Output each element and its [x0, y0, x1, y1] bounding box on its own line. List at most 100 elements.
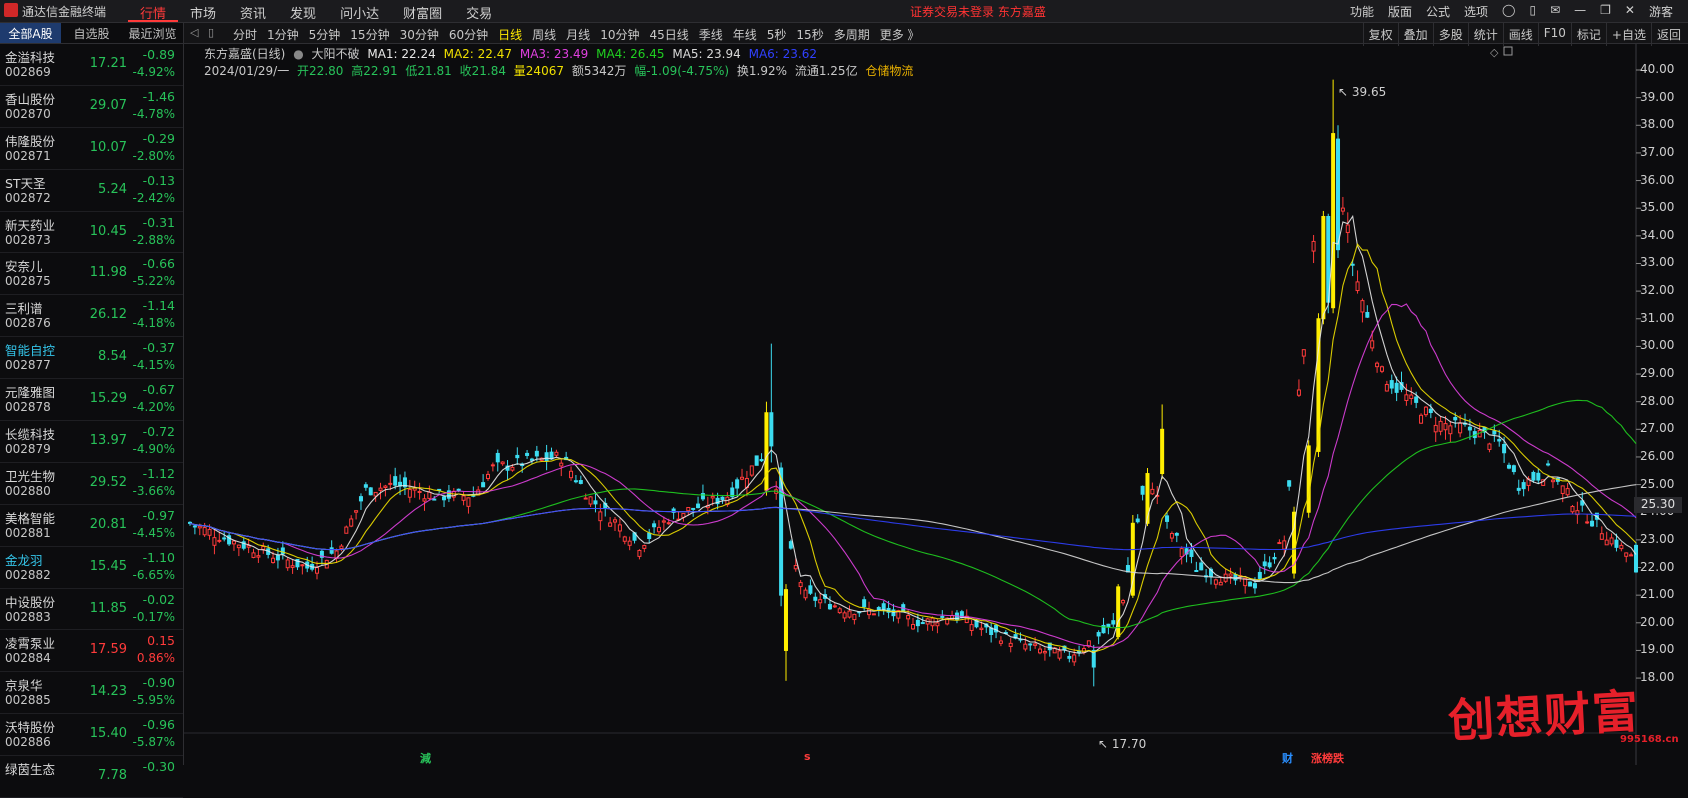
candle-body[interactable]	[1140, 485, 1145, 495]
candle-body[interactable]	[1599, 533, 1604, 540]
candle-body[interactable]	[1233, 574, 1238, 581]
candle-body[interactable]	[666, 522, 671, 525]
candle-body[interactable]	[217, 539, 222, 542]
candle-body[interactable]	[656, 526, 661, 533]
candle-body[interactable]	[368, 487, 373, 496]
candle-body[interactable]	[1228, 573, 1233, 577]
candle-body[interactable]	[617, 524, 622, 532]
window-icon[interactable]	[1503, 46, 1513, 56]
stock-row[interactable]: 金龙羽 002882 15.45 -1.10 -6.65%	[0, 547, 183, 589]
stock-row[interactable]: 伟隆股份 002871 10.07 -0.29 -2.80%	[0, 128, 183, 170]
period-option[interactable]: 1分钟	[262, 23, 304, 46]
stock-row[interactable]: 美格智能 002881 20.81 -0.97 -4.45%	[0, 505, 183, 547]
candle-body[interactable]	[1267, 562, 1272, 568]
candle-body[interactable]	[1340, 207, 1345, 212]
stock-row[interactable]: 京泉华 002885 14.23 -0.90 -5.95%	[0, 672, 183, 715]
candle-body[interactable]	[1370, 340, 1375, 349]
candle-body[interactable]	[1072, 654, 1077, 663]
candle-body[interactable]	[1624, 552, 1629, 557]
candle-body[interactable]	[1165, 515, 1170, 522]
candle-body[interactable]	[1306, 445, 1311, 513]
menu-formula[interactable]: 公式	[1419, 0, 1457, 22]
candle-body[interactable]	[388, 482, 393, 485]
stock-row[interactable]: 元隆雅图 002878 15.29 -0.67 -4.20%	[0, 379, 183, 422]
candle-body[interactable]	[456, 488, 461, 492]
bar-sector[interactable]: 仓储物流	[865, 64, 913, 78]
candle-body[interactable]	[432, 498, 437, 501]
candle-body[interactable]	[1497, 439, 1502, 442]
candle-body[interactable]	[236, 544, 241, 549]
candle-body[interactable]	[500, 461, 505, 465]
stock-row[interactable]: 安奈儿 002875 11.98 -0.66 -5.22%	[0, 253, 183, 296]
candle-body[interactable]	[686, 507, 691, 512]
candle-body[interactable]	[622, 536, 627, 542]
diamond-icon[interactable]: ◇	[1490, 46, 1499, 59]
candle-body[interactable]	[1423, 406, 1428, 416]
chart-tool-button[interactable]: F10	[1537, 23, 1571, 46]
menu-market[interactable]: 市场	[178, 0, 228, 22]
candle-body[interactable]	[915, 619, 920, 627]
candle-body[interactable]	[231, 540, 236, 545]
period-option[interactable]: 更多 》	[875, 23, 925, 46]
candle-body[interactable]	[788, 541, 793, 549]
candle-body[interactable]	[1570, 505, 1575, 513]
candle-body[interactable]	[1414, 396, 1419, 403]
candle-body[interactable]	[1028, 643, 1033, 646]
candle-body[interactable]	[1590, 520, 1595, 527]
candle-body[interactable]	[373, 491, 378, 497]
candle-body[interactable]	[1394, 382, 1399, 393]
candle-body[interactable]	[783, 589, 788, 651]
candle-body[interactable]	[720, 496, 725, 501]
candle-body[interactable]	[261, 546, 266, 550]
chart-tool-button[interactable]: 画线	[1502, 23, 1538, 46]
candle-body[interactable]	[529, 458, 534, 461]
candle-body[interactable]	[466, 497, 471, 507]
candle-body[interactable]	[1614, 539, 1619, 548]
candle-body[interactable]	[1604, 539, 1609, 546]
candle-body[interactable]	[290, 565, 295, 568]
candle-body[interactable]	[1282, 540, 1287, 550]
candle-body[interactable]	[593, 500, 598, 505]
tab-all-a-shares[interactable]: 全部A股	[0, 23, 61, 43]
collapse-left-icon[interactable]: ◁	[190, 26, 198, 39]
stock-row[interactable]: ST天圣 002872 5.24 -0.13 -2.42%	[0, 170, 183, 212]
candle-body[interactable]	[544, 452, 549, 462]
candle-body[interactable]	[1033, 643, 1038, 646]
candle-body[interactable]	[1487, 443, 1492, 450]
candle-body[interactable]	[1379, 366, 1384, 372]
candle-body[interactable]	[280, 547, 285, 555]
stock-row[interactable]: 智能自控 002877 8.54 -0.37 -4.15%	[0, 337, 183, 380]
candle-body[interactable]	[627, 540, 632, 546]
indicator-name[interactable]: 大阳不破	[312, 47, 360, 61]
candle-body[interactable]	[1194, 570, 1199, 573]
candle-body[interactable]	[495, 452, 500, 463]
period-option[interactable]: 10分钟	[595, 23, 644, 46]
candle-body[interactable]	[1428, 408, 1433, 414]
candle-body[interactable]	[842, 612, 847, 619]
candle-body[interactable]	[1335, 138, 1341, 251]
menu-wealth[interactable]: 财富圈	[391, 0, 454, 22]
stock-row[interactable]: 三利谱 002876 26.12 -1.14 -4.18%	[0, 295, 183, 338]
period-option[interactable]: 60分钟	[444, 23, 493, 46]
candle-body[interactable]	[1262, 561, 1267, 567]
candle-body[interactable]	[207, 528, 212, 536]
candle-body[interactable]	[759, 458, 764, 462]
candle-body[interactable]	[1546, 463, 1551, 466]
period-option[interactable]: 季线	[694, 23, 728, 46]
period-option[interactable]: 30分钟	[395, 23, 444, 46]
candle-body[interactable]	[222, 537, 227, 540]
phone-icon[interactable]: ▯	[1522, 0, 1543, 22]
candle-body[interactable]	[740, 476, 745, 480]
menu-trade[interactable]: 交易	[454, 0, 504, 22]
candle-body[interactable]	[1350, 263, 1355, 266]
maximize-icon[interactable]: ❐	[1593, 0, 1618, 22]
candle-body[interactable]	[1433, 424, 1438, 433]
candle-body[interactable]	[1453, 416, 1458, 421]
chart-tool-button[interactable]: 复权	[1362, 23, 1398, 46]
candle-body[interactable]	[847, 610, 852, 618]
tab-recent[interactable]: 最近浏览	[122, 23, 183, 43]
candle-body[interactable]	[1179, 548, 1184, 558]
candle-body[interactable]	[647, 532, 652, 539]
candle-body[interactable]	[1038, 648, 1043, 654]
chart-tool-button[interactable]: 标记	[1570, 23, 1606, 46]
